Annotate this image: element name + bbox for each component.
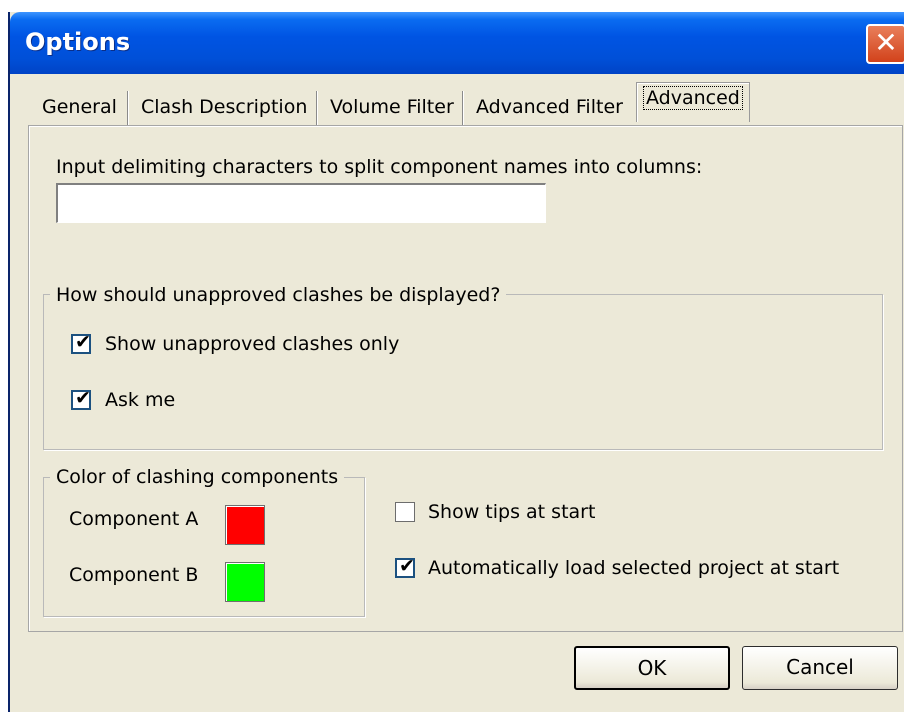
tab-divider bbox=[462, 91, 463, 125]
tab-clash-description[interactable]: Clash Description bbox=[135, 92, 313, 122]
show-tips-checkbox[interactable] bbox=[395, 502, 415, 522]
tab-divider bbox=[316, 91, 317, 125]
tab-advanced-filter[interactable]: Advanced Filter bbox=[470, 92, 629, 122]
title-bar[interactable]: Options ✕ bbox=[10, 12, 904, 74]
cancel-button[interactable]: Cancel bbox=[742, 646, 898, 690]
window-title: Options bbox=[25, 28, 131, 56]
tab-general[interactable]: General bbox=[36, 92, 123, 122]
checkmark-icon: ✔ bbox=[399, 555, 415, 577]
component-b-color-swatch[interactable] bbox=[225, 562, 265, 602]
component-a-label: Component A bbox=[69, 508, 199, 530]
tab-divider bbox=[127, 91, 128, 125]
show-tips-label[interactable]: Show tips at start bbox=[428, 501, 595, 523]
show-unapproved-only-checkbox[interactable]: ✔ bbox=[71, 331, 91, 354]
close-button[interactable]: ✕ bbox=[866, 24, 904, 64]
delimiter-label: Input delimiting characters to split com… bbox=[56, 156, 703, 178]
close-icon: ✕ bbox=[874, 26, 898, 59]
delimiter-input[interactable] bbox=[56, 183, 546, 223]
ask-me-checkbox[interactable]: ✔ bbox=[71, 387, 91, 410]
tab-advanced-label: Advanced bbox=[643, 86, 743, 110]
checkmark-icon: ✔ bbox=[75, 331, 91, 353]
component-color-legend: Color of clashing components bbox=[50, 466, 345, 488]
tab-volume-filter[interactable]: Volume Filter bbox=[324, 92, 460, 122]
unapproved-clashes-group bbox=[43, 294, 883, 450]
show-unapproved-only-label[interactable]: Show unapproved clashes only bbox=[105, 333, 399, 355]
component-b-label: Component B bbox=[69, 564, 199, 586]
autoload-project-checkbox[interactable]: ✔ bbox=[395, 555, 415, 578]
ask-me-label[interactable]: Ask me bbox=[105, 389, 175, 411]
component-a-color-swatch[interactable] bbox=[225, 505, 265, 545]
ok-button[interactable]: OK bbox=[574, 646, 730, 690]
autoload-project-label[interactable]: Automatically load selected project at s… bbox=[428, 557, 839, 579]
component-color-group bbox=[43, 477, 365, 617]
checkmark-icon: ✔ bbox=[75, 387, 91, 409]
unapproved-clashes-legend: How should unapproved clashes be display… bbox=[50, 284, 507, 306]
tab-advanced[interactable]: Advanced bbox=[636, 82, 750, 122]
